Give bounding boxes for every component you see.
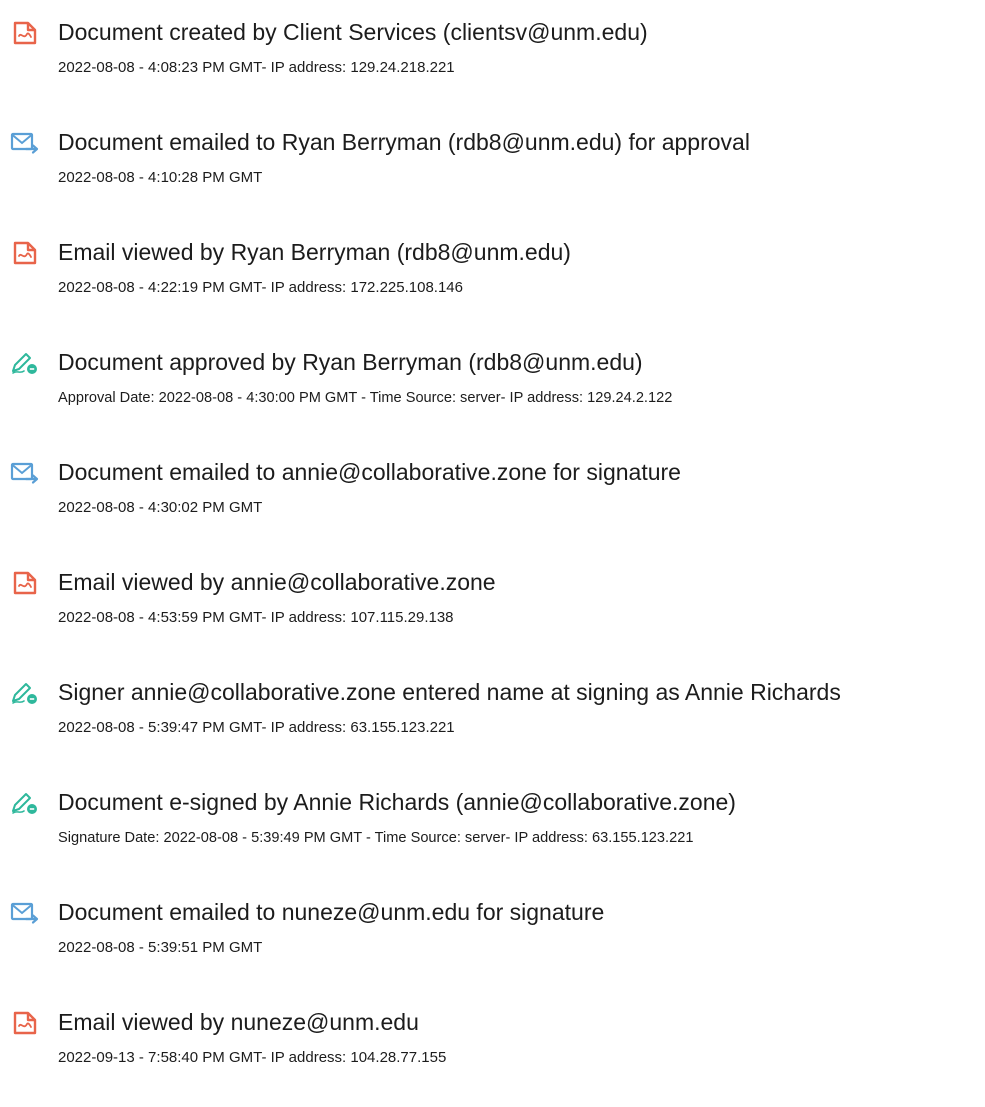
event-detail: Approval Date: 2022-08-08 - 4:30:00 PM G… [58, 390, 673, 406]
event-title: Document created by Client Services (cli… [58, 19, 648, 45]
event-title: Email viewed by annie@collaborative.zone [58, 569, 496, 595]
document-icon [10, 240, 40, 266]
email-sent-icon [10, 130, 40, 156]
document-icon [10, 570, 40, 596]
event-title: Signer annie@collaborative.zone entered … [58, 679, 841, 705]
event-title: Document emailed to annie@collaborative.… [58, 459, 681, 485]
event-detail: 2022-09-13 - 7:58:40 PM GMT- IP address:… [58, 1049, 447, 1066]
event-detail: 2022-08-08 - 5:39:47 PM GMT- IP address:… [58, 719, 455, 736]
audit-trail: Document created by Client Services (cli… [0, 0, 985, 1107]
event-detail: Signature Date: 2022-08-08 - 5:39:49 PM … [58, 830, 694, 846]
event-detail: 2022-08-08 - 4:08:23 PM GMT- IP address:… [58, 59, 455, 76]
signature-pen-icon [10, 790, 40, 816]
event-detail: 2022-08-08 - 5:39:51 PM GMT [58, 939, 263, 956]
signature-pen-icon [10, 350, 40, 376]
event-title: Document e-signed by Annie Richards (ann… [58, 789, 736, 815]
email-sent-icon [10, 460, 40, 486]
event-title: Document emailed to Ryan Berryman (rdb8@… [58, 129, 750, 155]
event-title: Document approved by Ryan Berryman (rdb8… [58, 349, 643, 375]
signature-pen-icon [10, 680, 40, 706]
event-detail: 2022-08-08 - 4:10:28 PM GMT [58, 169, 263, 186]
event-detail: 2022-08-08 - 4:53:59 PM GMT- IP address:… [58, 609, 454, 626]
document-icon [10, 20, 40, 46]
document-icon [10, 1010, 40, 1036]
event-detail: 2022-08-08 - 4:22:19 PM GMT- IP address:… [58, 279, 463, 296]
event-detail: 2022-08-08 - 4:30:02 PM GMT [58, 499, 263, 516]
event-title: Email viewed by nuneze@unm.edu [58, 1009, 419, 1035]
event-title: Document emailed to nuneze@unm.edu for s… [58, 899, 605, 925]
email-sent-icon [10, 900, 40, 926]
event-title: Email viewed by Ryan Berryman (rdb8@unm.… [58, 239, 571, 265]
